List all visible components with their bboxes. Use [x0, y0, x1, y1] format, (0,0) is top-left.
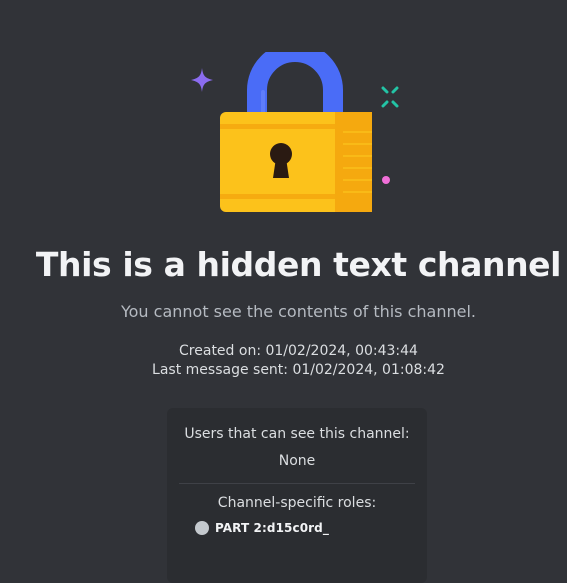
- sparkle-icon: [381, 86, 399, 108]
- sparkle-icon: [191, 68, 213, 92]
- role-color-dot-icon: [195, 521, 209, 535]
- channel-hidden-notice: You cannot see the contents of this chan…: [120, 302, 476, 321]
- padlock-icon: [191, 52, 399, 212]
- last-message-text: Last message sent: 01/02/2024, 01:08:42: [152, 362, 445, 378]
- hidden-channel-illustration: [185, 52, 410, 222]
- sparkle-dot-icon: [382, 176, 390, 184]
- roles-heading: Channel-specific roles:: [217, 495, 377, 511]
- page-title: This is a hidden text channel: [35, 245, 562, 284]
- panel-divider: [179, 483, 415, 484]
- channel-access-panel: Users that can see this channel: None Ch…: [167, 408, 427, 583]
- role-item[interactable]: PART 2:d15c0rd_: [167, 521, 427, 535]
- role-name: PART 2:d15c0rd_: [215, 521, 329, 535]
- users-heading: Users that can see this channel:: [184, 426, 410, 442]
- channel-metadata: Created on: 01/02/2024, 00:43:44 Last me…: [0, 342, 567, 380]
- created-on-text: Created on: 01/02/2024, 00:43:44: [179, 343, 418, 359]
- users-value: None: [278, 453, 316, 469]
